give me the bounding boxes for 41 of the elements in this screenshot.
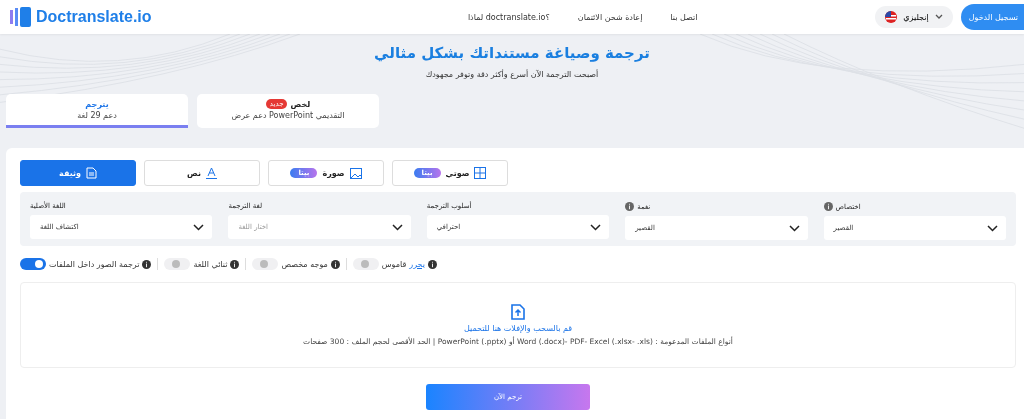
tab-subtitle: دعم 29 لغة	[77, 110, 117, 120]
flag-icon	[885, 11, 898, 23]
info-icon	[427, 259, 437, 269]
toggle-label: ثنائي اللغة	[193, 259, 228, 269]
letter-a-icon	[205, 167, 217, 179]
chevron-icon	[987, 224, 998, 232]
chevron-icon	[788, 224, 800, 232]
document-icon	[85, 167, 97, 179]
tab-label: يترجم	[85, 99, 109, 109]
toggle-label: ترجمة الصور داخل الملفات	[49, 259, 140, 269]
nav-link[interactable]: لماذا doctranslate.io؟	[467, 12, 550, 22]
upload-prompt: قم بالسحب والإفلات هنا للتحميل	[463, 324, 573, 333]
info-icon	[142, 259, 152, 269]
toggle-switch[interactable]	[252, 258, 279, 270]
chevron-icon	[193, 223, 205, 231]
hero-subtitle: أصبحت الترجمة الآن أسرع وأكثر دقة وتوفر مجهودك	[425, 70, 599, 79]
edit-link[interactable]: يحرر	[409, 259, 425, 269]
type-button[interactable]: وثيقة	[20, 160, 136, 186]
toggle-switch[interactable]	[352, 258, 379, 270]
chevron-icon	[391, 223, 403, 231]
hero-title: ترجمة وصياغة مستنداتك بشكل مثالي	[374, 44, 650, 62]
upload-icon	[511, 304, 525, 320]
logo-text[interactable]: Doctranslate.io	[36, 8, 152, 26]
nav-link[interactable]: إعادة شحن الائتمان	[577, 12, 643, 22]
chevron-icon	[590, 223, 602, 231]
grid-icon	[474, 167, 487, 179]
toggle-label: قاموس	[381, 259, 407, 269]
language-selector[interactable]: إنجليزي	[875, 6, 953, 28]
mode-tab[interactable]: يترجم دعم 29 لغة	[6, 94, 188, 128]
toggle-switch[interactable]	[164, 258, 191, 270]
info-icon	[330, 259, 340, 269]
chevron-icon	[934, 14, 943, 20]
nav-link[interactable]: اتصل بنا	[670, 12, 698, 22]
tab-label: لخص	[290, 99, 311, 109]
tab-subtitle: دعم عرض PowerPoint التقديمي	[231, 111, 345, 120]
type-button[interactable]: نص	[144, 160, 260, 186]
info-icon	[230, 259, 240, 269]
logo-icon	[10, 7, 32, 27]
image-icon	[349, 167, 362, 179]
toggle-label: موجه مخصص	[281, 259, 328, 269]
toggle-switch[interactable]	[20, 258, 46, 270]
